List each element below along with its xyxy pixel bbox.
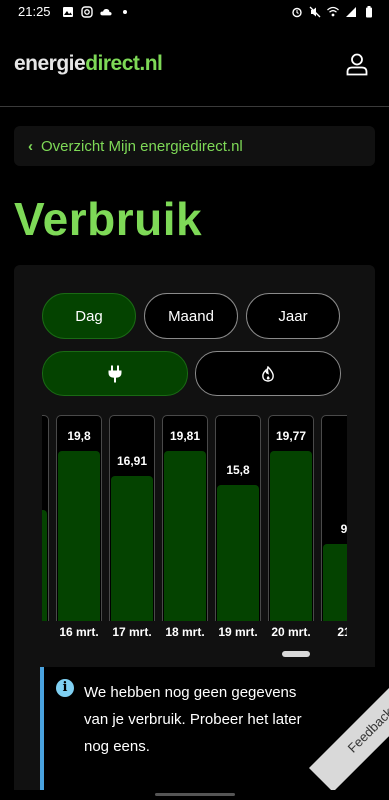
chart-bar-value: 19,77 [275, 429, 307, 443]
tab-month-label: Maand [168, 307, 214, 325]
user-icon [346, 53, 368, 76]
chart-bar[interactable]: 93mrt. [42, 415, 49, 621]
alarm-icon [292, 7, 302, 17]
chart-bar-fill [270, 451, 312, 621]
chart-bar-value: 19,81 [169, 429, 201, 443]
logo-text-b: direct.nl [85, 52, 163, 75]
dot-icon [123, 9, 127, 14]
usage-panel: Dag Maand Jaar 93mrt. 19,8 16 mrt. 16,91 17 … [14, 265, 375, 800]
chart-date-label: 20 mrt. [271, 625, 311, 639]
logo[interactable]: energiedirect.nl [14, 52, 163, 76]
chart-date-label: 21 [337, 625, 347, 639]
chart-bar-value: 93 [42, 488, 49, 502]
tab-year-label: Jaar [278, 307, 308, 325]
chart-bar[interactable]: 9 21 [321, 415, 347, 639]
mute-icon [309, 6, 321, 17]
chart-bar-fill [217, 485, 259, 621]
chart-bar-value: 19,8 [67, 429, 91, 443]
wifi-icon [327, 6, 339, 16]
tab-month[interactable]: Maand [144, 293, 238, 339]
profile-button[interactable] [345, 52, 369, 76]
flame-icon [262, 365, 274, 382]
status-left-icons [62, 5, 131, 18]
chart-bar-fill [111, 476, 153, 621]
back-link-label: Overzicht Mijn energiedirect.nl [41, 137, 243, 155]
nav-handle[interactable] [155, 793, 235, 796]
logo-text-a: energie [14, 52, 86, 75]
electricity-toggle[interactable] [42, 351, 188, 396]
app-header: energiedirect.nl [0, 24, 389, 107]
chevron-left-icon: ‹ [28, 137, 33, 155]
cloud-icon [100, 8, 112, 15]
info-text: We hebben nog geen gegevens van je verbr… [84, 684, 302, 755]
status-time: 21:25 [18, 4, 51, 19]
image-icon [63, 6, 73, 17]
back-link[interactable]: ‹ Overzicht Mijn energiedirect.nl [14, 126, 375, 166]
chart-date-label: 19 mrt. [218, 625, 258, 639]
chart-date-label: 17 mrt. [112, 625, 152, 639]
battery-icon [366, 5, 372, 17]
page-title: Verbruik [14, 193, 203, 245]
info-icon: i [56, 679, 74, 697]
chart-bar-fill [323, 544, 347, 621]
chart-scroll-thumb[interactable] [282, 651, 310, 657]
gas-toggle[interactable] [195, 351, 341, 396]
chart-bar-fill [164, 451, 206, 621]
chart-bar-value: 15,8 [226, 463, 250, 477]
tab-year[interactable]: Jaar [246, 293, 340, 339]
tab-day[interactable]: Dag [42, 293, 136, 339]
chart-bar[interactable]: 19,8 16 mrt. [56, 415, 102, 639]
chart-bar[interactable]: 19,77 20 mrt. [268, 415, 314, 639]
chart-date-label: 18 mrt. [165, 625, 205, 639]
chart-bar-fill [42, 510, 47, 621]
plug-icon [108, 365, 122, 382]
chart-bar[interactable]: 16,91 17 mrt. [109, 415, 155, 639]
instagram-icon [81, 5, 93, 18]
usage-chart[interactable]: 93mrt. 19,8 16 mrt. 16,91 17 mrt. 19,81 18 mrt… [42, 415, 347, 645]
chart-date-label: 16 mrt. [59, 625, 99, 639]
status-right-icons [291, 5, 375, 18]
chart-bar-fill [58, 451, 100, 621]
chart-bar-value: 9 [340, 522, 347, 536]
tab-day-label: Dag [75, 307, 103, 325]
status-bar: 21:25 [0, 0, 389, 24]
signal-icon [346, 6, 356, 17]
system-nav-bar [0, 790, 389, 800]
chart-bar[interactable]: 19,81 18 mrt. [162, 415, 208, 639]
chart-bar[interactable]: 15,8 19 mrt. [215, 415, 261, 639]
chart-bar-value: 16,91 [116, 454, 148, 468]
